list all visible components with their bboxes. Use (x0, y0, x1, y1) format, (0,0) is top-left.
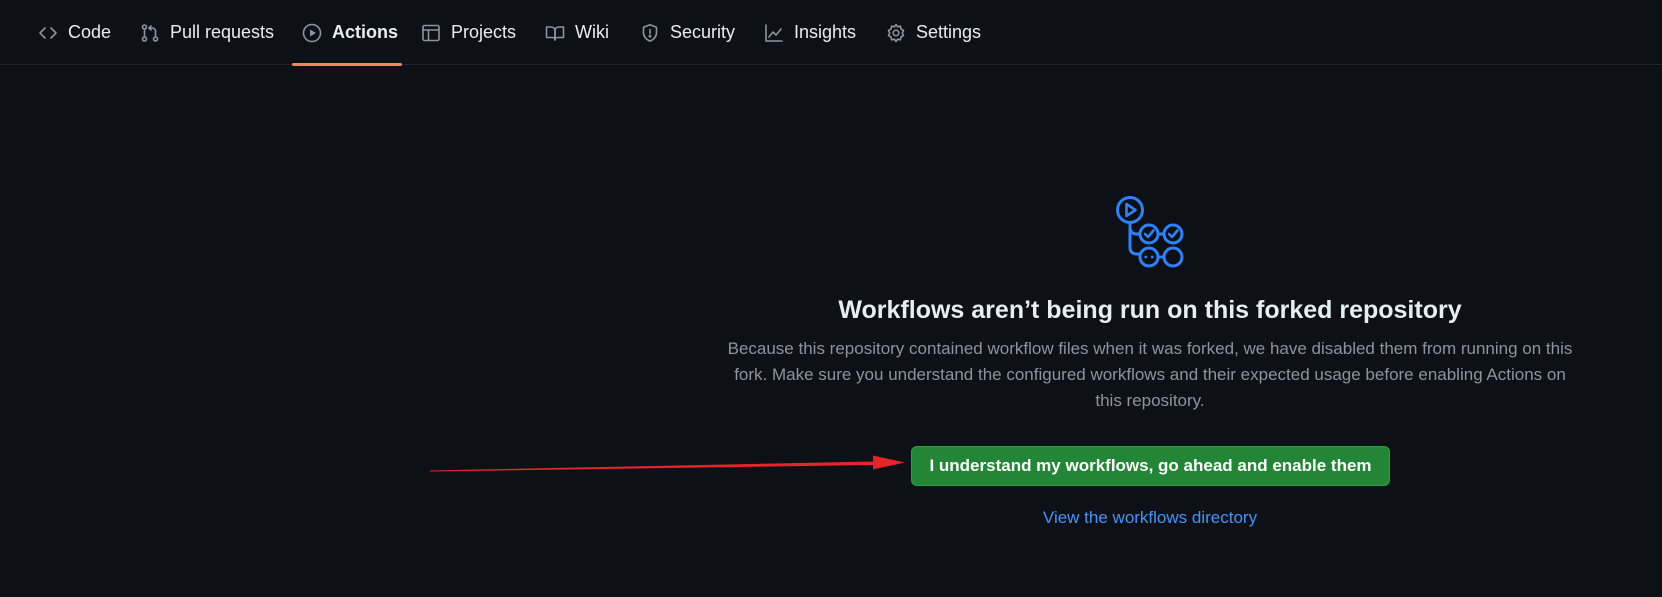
tab-label: Security (670, 22, 736, 42)
enable-workflows-button[interactable]: I understand my workflows, go ahead and … (911, 446, 1390, 486)
tab-security[interactable]: Security (640, 0, 735, 65)
tab-label: Pull requests (170, 22, 275, 42)
active-tab-indicator (292, 63, 402, 66)
play-icon (302, 23, 322, 43)
shield-icon (640, 23, 660, 43)
blankslate-description: Because this repository contained workfl… (727, 339, 1573, 410)
repo-tab-nav: Code Pull requests Actions Projects Wiki… (0, 0, 1662, 66)
tab-label: Settings (916, 22, 982, 42)
tab-wiki[interactable]: Wiki (545, 0, 609, 65)
git-pull-request-icon (140, 23, 160, 43)
tab-projects[interactable]: Projects (421, 0, 516, 65)
tab-label: Actions (332, 22, 399, 42)
table-icon (421, 23, 441, 43)
tab-actions[interactable]: Actions (302, 0, 398, 65)
tab-settings[interactable]: Settings (886, 0, 981, 65)
book-icon (545, 23, 565, 43)
tab-label: Code (68, 22, 112, 42)
workflow-icon (1112, 193, 1192, 269)
gear-icon (886, 23, 906, 43)
tab-label: Projects (451, 22, 517, 42)
tab-label: Wiki (575, 22, 609, 42)
tab-code[interactable]: Code (38, 0, 111, 65)
red-arrow (430, 452, 905, 478)
tab-pull-requests[interactable]: Pull requests (140, 0, 274, 65)
tab-insights[interactable]: Insights (764, 0, 856, 65)
code-icon (38, 23, 58, 43)
view-workflows-directory-link[interactable]: View the workflows directory (960, 508, 1340, 528)
graph-icon (764, 23, 784, 43)
blankslate-heading: Workflows aren’t being run on this forke… (838, 296, 1462, 324)
tab-label: Insights (794, 22, 857, 42)
